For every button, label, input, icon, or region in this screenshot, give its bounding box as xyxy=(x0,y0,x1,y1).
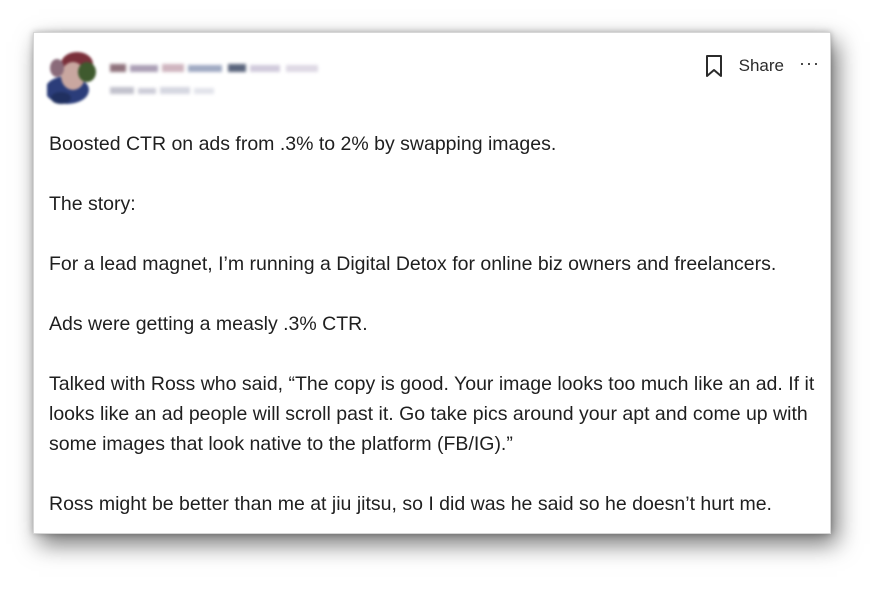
post-header: Share ··· xyxy=(34,33,830,113)
post-paragraph: Ross might be better than me at jiu jits… xyxy=(49,493,772,515)
author-name-redacted xyxy=(110,61,330,73)
bookmark-icon xyxy=(705,55,722,77)
post-body: Boosted CTR on ads from .3% to 2% by swa… xyxy=(49,129,821,533)
post-paragraph: The story: xyxy=(49,193,136,215)
post-actions: Share ··· xyxy=(703,53,820,79)
more-icon[interactable]: ··· xyxy=(799,53,820,74)
post-paragraph: Ads were getting a measly .3% CTR. xyxy=(49,313,368,335)
post-paragraph: For a lead magnet, I’m running a Digital… xyxy=(49,253,777,275)
share-button[interactable]: Share xyxy=(739,56,784,76)
page: Share ··· Boosted CTR on ads from .3% to… xyxy=(0,0,895,598)
post-paragraph: Talked with Ross who said, “The copy is … xyxy=(49,373,815,455)
bookmark-button[interactable] xyxy=(703,53,725,79)
avatar[interactable] xyxy=(47,50,99,104)
post-card: Share ··· Boosted CTR on ads from .3% to… xyxy=(33,32,831,534)
post-meta-redacted xyxy=(110,83,216,94)
post-paragraph: Boosted CTR on ads from .3% to 2% by swa… xyxy=(49,133,557,155)
